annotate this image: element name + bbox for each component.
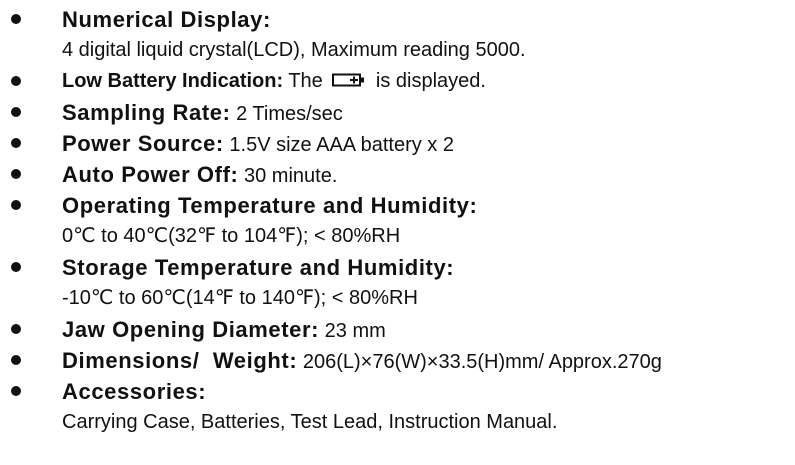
spec-heading-line: Sampling Rate: 2 Times/sec <box>62 97 795 128</box>
spec-numerical-display: Numerical Display: 4 digital liquid crys… <box>0 4 795 66</box>
bullet-icon <box>11 324 21 334</box>
bullet-icon <box>11 262 21 272</box>
spec-heading-line: Accessories: <box>62 376 795 407</box>
bullet-icon <box>11 200 21 210</box>
spec-operating-temperature-humidity: Operating Temperature and Humidity: 0℃ t… <box>0 190 795 252</box>
spec-label: Storage Temperature and Humidity: <box>62 255 455 280</box>
spec-heading-line: Low Battery Indication: The is displayed… <box>62 66 795 97</box>
bullet-icon <box>11 138 21 148</box>
spec-value-after-icon: is displayed. <box>370 70 486 92</box>
spec-label: Low Battery Indication: <box>62 70 284 92</box>
spec-dimensions-weight: Dimensions/ Weight: 206(L)×76(W)×33.5(H)… <box>0 345 795 376</box>
spec-label: Sampling Rate: <box>62 100 231 125</box>
spec-detail: Carrying Case, Batteries, Test Lead, Ins… <box>62 411 558 433</box>
spec-detail: -10℃ to 60℃(14℉ to 140℉); < 80%RH <box>62 287 418 309</box>
spec-label: Operating Temperature and Humidity: <box>62 193 478 218</box>
spec-heading-line: Numerical Display: <box>62 4 795 35</box>
spec-accessories: Accessories: Carrying Case, Batteries, T… <box>0 376 795 438</box>
spec-heading-line: Operating Temperature and Humidity: <box>62 190 795 221</box>
spec-value: 2 Times/sec <box>230 103 343 125</box>
spec-storage-temperature-humidity: Storage Temperature and Humidity: -10℃ t… <box>0 252 795 314</box>
spec-heading-line: Power Source: 1.5V size AAA battery x 2 <box>62 128 795 159</box>
spec-low-battery-indication: Low Battery Indication: The is displayed… <box>0 66 795 97</box>
spec-label: Jaw Opening Diameter: <box>62 317 320 342</box>
spec-value: 23 mm <box>319 320 386 342</box>
spec-heading-line: Storage Temperature and Humidity: <box>62 252 795 283</box>
spec-label: Auto Power Off: <box>62 162 239 187</box>
bullet-icon <box>11 355 21 365</box>
spec-value: 206(L)×76(W)×33.5(H)mm/ Approx.270g <box>297 351 662 373</box>
spec-power-source: Power Source: 1.5V size AAA battery x 2 <box>0 128 795 159</box>
spec-label: Numerical Display: <box>62 7 271 32</box>
spec-heading-line: Jaw Opening Diameter: 23 mm <box>62 314 795 345</box>
spec-value: 30 minute. <box>238 165 338 187</box>
battery-icon <box>332 73 365 87</box>
spec-heading-line: Dimensions/ Weight: 206(L)×76(W)×33.5(H)… <box>62 345 795 376</box>
spec-label: Dimensions/ Weight: <box>62 348 298 373</box>
spec-label: Accessories: <box>62 379 207 404</box>
spec-detail: 4 digital liquid crystal(LCD), Maximum r… <box>62 39 526 61</box>
bullet-icon <box>11 169 21 179</box>
spec-value-before-icon: The <box>283 70 329 92</box>
spec-sampling-rate: Sampling Rate: 2 Times/sec <box>0 97 795 128</box>
bullet-icon <box>11 14 21 24</box>
spec-jaw-opening-diameter: Jaw Opening Diameter: 23 mm <box>0 314 795 345</box>
spec-heading-line: Auto Power Off: 30 minute. <box>62 159 795 190</box>
specification-list: Numerical Display: 4 digital liquid crys… <box>0 4 795 438</box>
spec-value: 1.5V size AAA battery x 2 <box>223 134 454 156</box>
spec-label: Power Source: <box>62 131 224 156</box>
bullet-icon <box>11 107 21 117</box>
bullet-icon <box>11 386 21 396</box>
spec-detail: 0℃ to 40℃(32℉ to 104℉); < 80%RH <box>62 225 401 247</box>
spec-auto-power-off: Auto Power Off: 30 minute. <box>0 159 795 190</box>
bullet-icon <box>11 76 21 86</box>
